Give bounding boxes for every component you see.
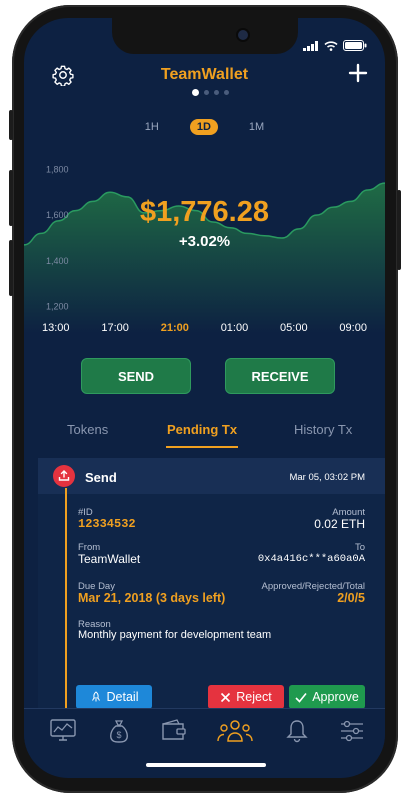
approve-button[interactable]: Approve <box>289 685 365 709</box>
detail-label: Detail <box>106 690 139 704</box>
tab-pending-tx[interactable]: Pending Tx <box>167 422 237 437</box>
range-1m[interactable]: 1M <box>242 119 271 135</box>
mute-switch <box>9 110 13 140</box>
team-icon <box>217 720 253 742</box>
y-tick-label: 1,200 <box>46 302 69 312</box>
wifi-icon <box>324 40 338 51</box>
svg-text:$: $ <box>116 730 121 740</box>
tx-id: 12334532 <box>78 517 136 531</box>
close-icon <box>221 692 231 702</box>
send-tx-icon <box>53 465 75 487</box>
volume-up-button <box>9 170 13 226</box>
tx-tabs: Tokens Pending Tx History Tx <box>24 422 385 448</box>
tab-tokens[interactable]: Tokens <box>67 422 108 437</box>
plus-icon <box>348 63 368 83</box>
nav-notifications[interactable] <box>286 719 308 748</box>
add-button[interactable] <box>348 63 368 88</box>
signal-icon <box>303 40 318 51</box>
send-button[interactable]: SEND <box>81 358 191 394</box>
tx-to-label: To <box>354 542 365 553</box>
range-1d[interactable]: 1D <box>189 119 218 135</box>
battery-icon <box>343 40 367 51</box>
page-dot <box>204 90 209 95</box>
time-range-selector: 1H 1D 1M <box>24 119 385 135</box>
tx-type: Send <box>85 470 117 485</box>
camera <box>238 30 248 40</box>
upload-icon <box>58 470 70 481</box>
x-tick-label[interactable]: 17:00 <box>101 322 129 334</box>
tx-date: Mar 05, 03:02 PM <box>289 472 365 483</box>
timeline-line <box>65 488 67 718</box>
approve-label: Approve <box>312 690 359 704</box>
page-dot <box>192 89 199 96</box>
tx-due: Mar 21, 2018 (3 days left) <box>78 591 226 605</box>
bell-icon <box>286 720 308 743</box>
tab-history-tx[interactable]: History Tx <box>294 422 352 437</box>
detail-button[interactable]: Detail <box>76 685 152 709</box>
balance-change: +3.02% <box>178 233 231 250</box>
nav-dashboard[interactable] <box>50 719 76 746</box>
x-tick-label[interactable]: 05:00 <box>280 322 308 334</box>
x-tick-label[interactable]: 21:00 <box>161 322 189 334</box>
y-tick-label: 1,400 <box>46 256 69 266</box>
status-bar <box>303 40 367 51</box>
tx-to-address: 0x4a416c***a60a0A <box>257 553 365 565</box>
x-tick-label[interactable]: 13:00 <box>42 322 70 334</box>
nav-team[interactable] <box>216 719 254 748</box>
notch <box>112 18 298 54</box>
chart-x-axis: 13:00 17:00 21:00 01:00 05:00 09:00 <box>42 322 367 334</box>
page-indicator <box>192 89 229 96</box>
receive-button[interactable]: RECEIVE <box>225 358 335 394</box>
x-tick-label[interactable]: 01:00 <box>221 322 249 334</box>
bottom-nav: $ <box>24 708 385 755</box>
wallet-icon <box>162 719 186 740</box>
chart-monitor-icon <box>50 719 76 741</box>
balance-amount: $1,776.28 <box>139 196 269 228</box>
home-indicator <box>146 763 266 767</box>
nav-settings[interactable] <box>340 719 364 748</box>
tab-underline <box>166 446 238 448</box>
page-dot <box>214 90 219 95</box>
nav-wallet[interactable] <box>161 719 187 746</box>
money-bag-icon: $ <box>110 720 128 743</box>
app-screen: TeamWallet 1H 1D 1M 1,800 1,600 1,400 1,200… <box>24 18 385 778</box>
app-title: TeamWallet <box>160 66 249 83</box>
x-tick-label[interactable]: 09:00 <box>339 322 367 334</box>
check-icon <box>295 692 307 703</box>
reject-label: Reject <box>236 690 272 704</box>
page-dot <box>224 90 229 95</box>
range-1h[interactable]: 1H <box>138 119 166 135</box>
y-tick-label: 1,800 <box>46 164 69 174</box>
tx-reason: Monthly payment for development team <box>78 629 272 641</box>
tx-from: TeamWallet <box>78 552 141 566</box>
rocket-icon <box>91 691 100 702</box>
reject-button[interactable]: Reject <box>208 685 284 709</box>
sliders-icon <box>341 720 363 742</box>
tx-approval: 2/0/5 <box>337 591 365 605</box>
volume-down-button <box>9 240 13 296</box>
nav-funds[interactable]: $ <box>108 719 130 748</box>
tx-amount: 0.02 ETH <box>314 517 365 531</box>
power-button <box>397 190 401 270</box>
